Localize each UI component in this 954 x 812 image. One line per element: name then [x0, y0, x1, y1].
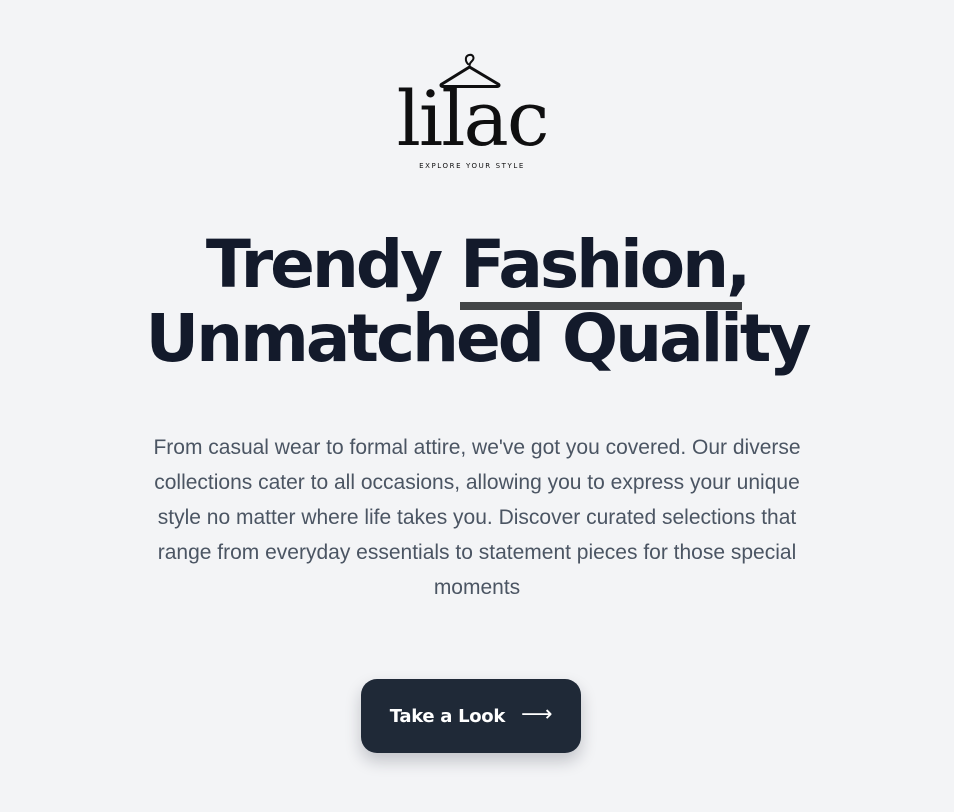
- take-a-look-button[interactable]: Take a Look ⟶: [361, 679, 581, 753]
- brand-logo[interactable]: lilac EXPLORE YOUR STYLE: [390, 48, 554, 176]
- headline-text-end: Unmatched Quality: [145, 300, 812, 377]
- hero-headline: Trendy Fashion, Unmatched Quality: [0, 228, 954, 376]
- headline-highlight: Fashion,: [460, 226, 751, 310]
- headline-text-start: Trendy: [205, 226, 461, 303]
- brand-tagline: EXPLORE YOUR STYLE: [419, 162, 525, 170]
- cta-label: Take a Look: [389, 705, 506, 727]
- hero-description: From casual wear to formal attire, we've…: [153, 436, 801, 599]
- arrow-right-icon: ⟶: [521, 701, 553, 727]
- brand-name: lilac: [396, 74, 550, 163]
